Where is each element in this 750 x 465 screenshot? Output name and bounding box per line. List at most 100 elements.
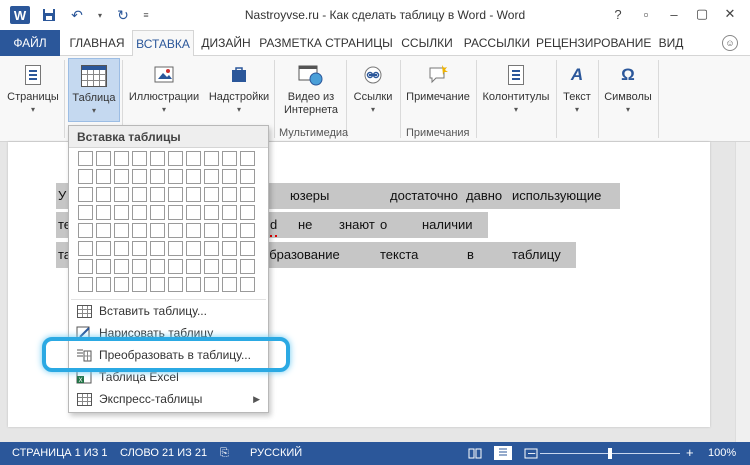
tab-insert[interactable]: ВСТАВКА: [132, 30, 194, 57]
grid-cell[interactable]: [114, 205, 129, 220]
grid-cell[interactable]: [240, 151, 255, 166]
grid-cell[interactable]: [240, 259, 255, 274]
grid-cell[interactable]: [96, 223, 111, 238]
header-footer-button[interactable]: Колонтитулы ▾: [478, 58, 554, 122]
grid-cell[interactable]: [150, 205, 165, 220]
grid-cell[interactable]: [204, 223, 219, 238]
grid-cell[interactable]: [150, 223, 165, 238]
zoom-out-button[interactable]: –: [528, 445, 535, 460]
pages-button[interactable]: Страницы ▾: [4, 58, 62, 122]
tab-review[interactable]: РЕЦЕНЗИРОВАНИЕ: [536, 30, 651, 56]
grid-cell[interactable]: [78, 151, 93, 166]
grid-cell[interactable]: [114, 277, 129, 292]
menu-item-insert-table[interactable]: Вставить таблицу...: [69, 300, 268, 322]
grid-cell[interactable]: [132, 169, 147, 184]
grid-cell[interactable]: [168, 223, 183, 238]
grid-cell[interactable]: [168, 259, 183, 274]
zoom-in-button[interactable]: +: [686, 445, 694, 460]
grid-cell[interactable]: [186, 277, 201, 292]
grid-cell[interactable]: [186, 187, 201, 202]
grid-cell[interactable]: [204, 259, 219, 274]
grid-cell[interactable]: [240, 241, 255, 256]
grid-cell[interactable]: [132, 259, 147, 274]
grid-cell[interactable]: [222, 187, 237, 202]
grid-cell[interactable]: [204, 241, 219, 256]
tab-page-layout[interactable]: РАЗМЕТКА СТРАНИЦЫ: [258, 30, 394, 56]
language[interactable]: РУССКИЙ: [250, 447, 302, 459]
links-button[interactable]: Ссылки ▾: [348, 58, 398, 122]
grid-cell[interactable]: [132, 205, 147, 220]
grid-cell[interactable]: [96, 151, 111, 166]
grid-cell[interactable]: [114, 169, 129, 184]
print-layout-icon[interactable]: [494, 446, 512, 460]
page-count[interactable]: СТРАНИЦА 1 ИЗ 1: [12, 447, 108, 459]
grid-cell[interactable]: [222, 241, 237, 256]
grid-cell[interactable]: [96, 169, 111, 184]
menu-item-quick-tables[interactable]: Экспресс-таблицы ▶: [69, 388, 268, 410]
addins-button[interactable]: Надстройки ▾: [206, 58, 272, 122]
grid-cell[interactable]: [114, 259, 129, 274]
grid-cell[interactable]: [186, 259, 201, 274]
grid-cell[interactable]: [168, 151, 183, 166]
word-logo-icon[interactable]: W: [10, 6, 30, 24]
grid-cell[interactable]: [204, 169, 219, 184]
grid-cell[interactable]: [186, 205, 201, 220]
grid-cell[interactable]: [132, 223, 147, 238]
tab-mailings[interactable]: РАССЫЛКИ: [460, 30, 534, 56]
grid-cell[interactable]: [222, 169, 237, 184]
tab-file[interactable]: ФАЙЛ: [0, 30, 60, 56]
grid-cell[interactable]: [204, 187, 219, 202]
online-video-button[interactable]: Видео из Интернета: [278, 58, 344, 122]
save-icon[interactable]: [40, 6, 58, 24]
grid-cell[interactable]: [168, 277, 183, 292]
grid-cell[interactable]: [150, 169, 165, 184]
ribbon-display-button[interactable]: ▫: [634, 4, 658, 24]
grid-cell[interactable]: [222, 151, 237, 166]
zoom-level[interactable]: 100%: [708, 447, 736, 459]
grid-cell[interactable]: [168, 169, 183, 184]
grid-cell[interactable]: [150, 277, 165, 292]
grid-cell[interactable]: [96, 277, 111, 292]
grid-cell[interactable]: [186, 169, 201, 184]
undo-dropdown-icon[interactable]: ▾: [96, 6, 104, 24]
grid-cell[interactable]: [150, 151, 165, 166]
grid-cell[interactable]: [150, 187, 165, 202]
grid-cell[interactable]: [240, 277, 255, 292]
grid-cell[interactable]: [132, 151, 147, 166]
grid-cell[interactable]: [186, 241, 201, 256]
grid-cell[interactable]: [222, 223, 237, 238]
grid-cell[interactable]: [78, 223, 93, 238]
grid-cell[interactable]: [96, 241, 111, 256]
maximize-button[interactable]: ▢: [690, 4, 714, 24]
close-button[interactable]: ✕: [718, 4, 742, 24]
table-size-grid[interactable]: [78, 151, 255, 292]
grid-cell[interactable]: [204, 277, 219, 292]
tab-references[interactable]: ССЫЛКИ: [396, 30, 458, 56]
grid-cell[interactable]: [114, 223, 129, 238]
grid-cell[interactable]: [240, 169, 255, 184]
grid-cell[interactable]: [240, 223, 255, 238]
grid-cell[interactable]: [114, 241, 129, 256]
grid-cell[interactable]: [186, 223, 201, 238]
vertical-scrollbar[interactable]: [735, 142, 750, 442]
grid-cell[interactable]: [240, 187, 255, 202]
grid-cell[interactable]: [96, 259, 111, 274]
grid-cell[interactable]: [168, 205, 183, 220]
proofing-icon[interactable]: ⎘: [220, 447, 229, 460]
grid-cell[interactable]: [240, 205, 255, 220]
grid-cell[interactable]: [78, 187, 93, 202]
read-mode-icon[interactable]: [466, 446, 484, 460]
table-button[interactable]: Таблица ▾: [68, 58, 120, 122]
grid-cell[interactable]: [96, 187, 111, 202]
grid-cell[interactable]: [150, 259, 165, 274]
minimize-button[interactable]: –: [662, 4, 686, 24]
grid-cell[interactable]: [78, 169, 93, 184]
grid-cell[interactable]: [114, 187, 129, 202]
symbols-button[interactable]: Ω Символы ▾: [600, 58, 656, 122]
grid-cell[interactable]: [96, 205, 111, 220]
grid-cell[interactable]: [204, 151, 219, 166]
grid-cell[interactable]: [222, 205, 237, 220]
grid-cell[interactable]: [222, 277, 237, 292]
grid-cell[interactable]: [222, 259, 237, 274]
grid-cell[interactable]: [150, 241, 165, 256]
